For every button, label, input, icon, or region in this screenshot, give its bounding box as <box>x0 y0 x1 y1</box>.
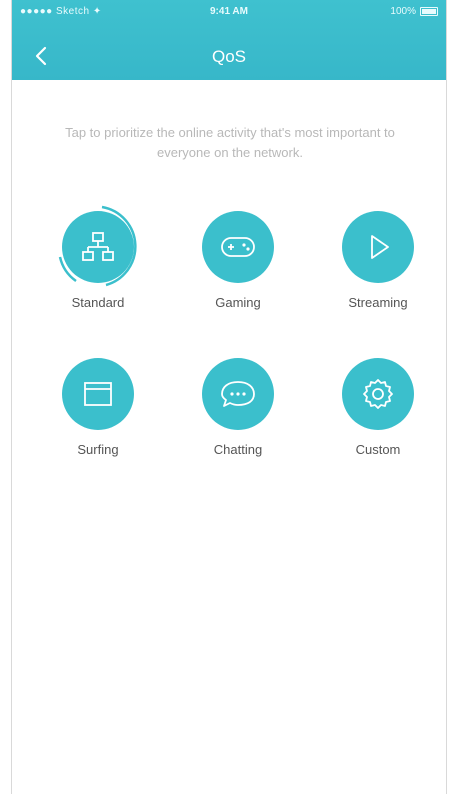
selected-ring <box>58 205 137 287</box>
mode-label: Surfing <box>77 442 119 457</box>
mode-streaming[interactable]: Streaming <box>318 211 438 310</box>
mode-surfing-circle <box>62 358 134 430</box>
status-time: 9:41 AM <box>210 6 248 17</box>
header: ●●●●● Sketch ✦ 9:41 AM 100% QoS <box>12 0 446 80</box>
play-icon <box>371 235 389 259</box>
battery-icon <box>420 7 438 16</box>
mode-label: Chatting <box>213 442 263 457</box>
mode-label: Gaming <box>215 295 261 310</box>
phone-screen: ●●●●● Sketch ✦ 9:41 AM 100% QoS Tap to p… <box>11 0 447 794</box>
gamepad-icon <box>221 237 255 257</box>
battery-indicator: 100% <box>390 6 438 17</box>
mode-label: Standard <box>71 295 125 310</box>
status-bar: ●●●●● Sketch ✦ 9:41 AM 100% <box>12 0 446 22</box>
chat-bubble-icon <box>221 381 255 407</box>
battery-percent: 100% <box>390 6 416 17</box>
mode-streaming-circle <box>342 211 414 283</box>
mode-standard-circle <box>58 205 137 287</box>
instruction-text: Tap to prioritize the online activity th… <box>65 125 395 160</box>
mode-chatting[interactable]: Chatting <box>178 358 298 457</box>
page-title: QoS <box>211 47 247 66</box>
mode-gaming[interactable]: Gaming <box>178 211 298 310</box>
mode-label: Streaming <box>348 295 408 310</box>
mode-custom[interactable]: Custom <box>318 358 438 457</box>
gear-icon <box>363 379 393 409</box>
mode-gaming-circle <box>202 211 274 283</box>
mode-chatting-circle <box>202 358 274 430</box>
mode-surfing[interactable]: Surfing <box>38 358 158 457</box>
nav-bar: QoS <box>12 38 446 74</box>
browser-window-icon <box>84 382 112 406</box>
mode-standard[interactable]: Standard <box>38 205 158 310</box>
mode-custom-circle <box>342 358 414 430</box>
mode-label: Custom <box>355 442 401 457</box>
